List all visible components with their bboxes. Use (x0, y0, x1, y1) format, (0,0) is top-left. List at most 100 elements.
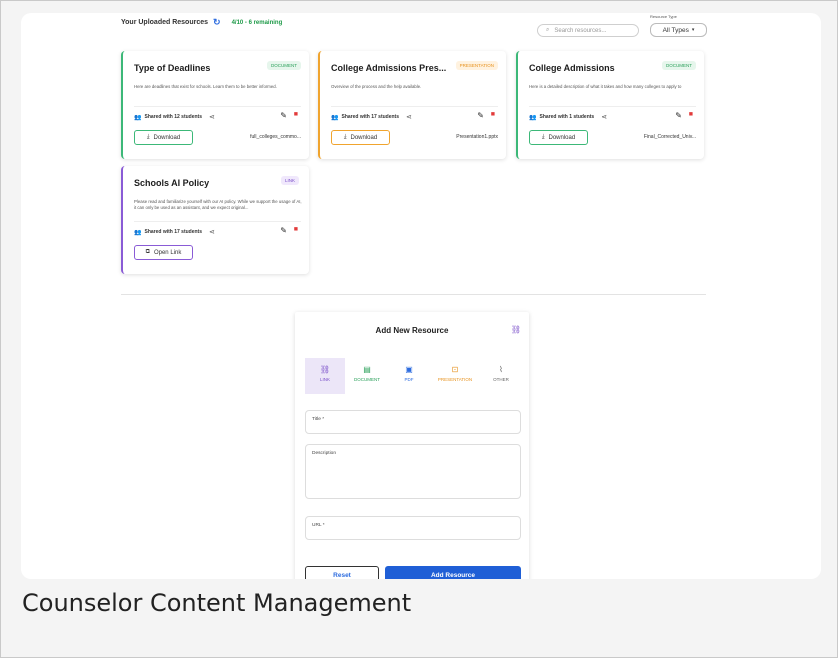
divider (331, 106, 498, 107)
card-title: Schools AI Policy (134, 178, 210, 188)
type-tab-label: OTHER (493, 377, 509, 382)
resource-card: College Admissions Pres... PRESENTATION … (318, 51, 506, 159)
type-tab-document[interactable]: ▤ DOCUMENT (347, 358, 387, 394)
download-button[interactable]: ⤓ Download (529, 130, 588, 145)
share-icon[interactable]: ⋖ (601, 113, 607, 121)
divider (529, 106, 696, 107)
remaining-count: 4/10 - 6 remaining (231, 19, 283, 26)
type-tab-link[interactable]: ⛓ LINK (305, 358, 345, 394)
edit-icon[interactable]: ✎ (675, 111, 682, 120)
resource-card: College Admissions DOCUMENT Here is a de… (516, 51, 704, 159)
shared-info: 👥 Shared with 1 students ⋖ (529, 113, 607, 121)
uploaded-resources-title: Your Uploaded Resources (121, 19, 209, 26)
type-tab-presentation[interactable]: ⊡ PRESENTATION (431, 358, 479, 394)
add-resource-form: Add New Resource ⛓ ⛓ LINK ▤ DOCUMENT ▣ P… (295, 312, 529, 579)
url-field-label: URL * (312, 523, 325, 528)
shared-info: 👥 Shared with 17 students ⋖ (331, 113, 412, 121)
window-frame: Your Uploaded Resources ↻ 4/10 - 6 remai… (0, 0, 838, 658)
people-icon: 👥 (134, 229, 142, 236)
resources-panel: Your Uploaded Resources ↻ 4/10 - 6 remai… (21, 13, 821, 579)
card-title: College Admissions (529, 63, 615, 73)
card-description: Please read and familiarize yourself wit… (134, 199, 302, 210)
card-title: College Admissions Pres... (331, 63, 447, 73)
search-placeholder: Search resources... (554, 27, 607, 34)
people-icon: 👥 (529, 114, 537, 121)
file-name: Presentation1.pptx (456, 134, 498, 140)
shared-count: Shared with 1 students (539, 114, 595, 120)
link-icon: ⛓ (510, 325, 521, 334)
delete-icon[interactable]: ■ (689, 111, 693, 118)
page-caption: Counselor Content Management (22, 589, 412, 617)
resource-type-label: Resource Type (650, 14, 677, 19)
shared-count: Shared with 17 students (144, 229, 202, 235)
pdf-icon: ▣ (405, 365, 413, 374)
divider (134, 106, 301, 107)
edit-icon[interactable]: ✎ (280, 111, 287, 120)
paperclip-icon: ⌇ (499, 365, 503, 374)
edit-icon[interactable]: ✎ (280, 226, 287, 235)
resource-card: Schools AI Policy LINK Please read and f… (121, 166, 309, 274)
share-icon[interactable]: ⋖ (209, 228, 215, 236)
type-tab-label: PDF (404, 377, 414, 382)
card-description: Overview of the process and the help ava… (331, 84, 422, 89)
download-label: Download (350, 134, 378, 141)
open-link-button[interactable]: ⧉ Open Link (134, 245, 193, 260)
section-divider (121, 294, 706, 295)
type-tab-label: DOCUMENT (354, 377, 380, 382)
download-icon: ⤓ (343, 134, 347, 140)
presentation-icon: ⊡ (451, 365, 459, 374)
link-icon: ⛓ (319, 365, 331, 374)
resource-type-select[interactable]: All Types ▾ (650, 23, 707, 37)
document-icon: ▤ (363, 365, 371, 374)
add-resource-button[interactable]: Add Resource (385, 566, 521, 579)
delete-icon[interactable]: ■ (294, 111, 298, 118)
type-tab-pdf[interactable]: ▣ PDF (389, 358, 429, 394)
type-badge: DOCUMENT (662, 61, 696, 70)
form-title: Add New Resource (375, 326, 449, 335)
card-description: Here are deadlines that exist for school… (134, 84, 277, 89)
type-tab-label: LINK (319, 377, 330, 382)
file-name: full_colleges_commo... (250, 134, 301, 140)
title-field-label: Title * (312, 417, 325, 422)
resource-type-value: All Types (662, 26, 689, 34)
reset-button[interactable]: Reset (305, 566, 379, 579)
uploaded-resources-header: Your Uploaded Resources ↻ 4/10 - 6 remai… (121, 17, 282, 28)
people-icon: 👥 (331, 114, 339, 121)
shared-info: 👥 Shared with 12 students ⋖ (134, 113, 215, 121)
type-badge: LINK (280, 176, 299, 185)
external-link-icon: ⧉ (145, 249, 150, 255)
card-description: Here is a detailed description of what i… (529, 84, 682, 89)
shared-count: Shared with 17 students (341, 114, 399, 120)
search-icon: ⌕ (546, 27, 550, 33)
download-label: Download (548, 134, 576, 141)
refresh-icon[interactable]: ↻ (213, 17, 221, 28)
url-field[interactable]: URL * (305, 516, 521, 540)
download-button[interactable]: ⤓ Download (134, 130, 193, 145)
divider (134, 221, 301, 222)
description-field[interactable]: Description (305, 444, 521, 499)
type-tab-other[interactable]: ⌇ OTHER (481, 358, 521, 394)
share-icon[interactable]: ⋖ (406, 113, 412, 121)
download-label: Download (153, 134, 181, 141)
download-icon: ⤓ (146, 134, 150, 140)
shared-info: 👥 Shared with 17 students ⋖ (134, 228, 215, 236)
type-tab-label: PRESENTATION (437, 377, 473, 382)
type-badge: DOCUMENT (267, 61, 301, 70)
description-field-label: Description (312, 451, 336, 456)
download-icon: ⤓ (541, 134, 545, 140)
share-icon[interactable]: ⋖ (209, 113, 215, 121)
delete-icon[interactable]: ■ (294, 226, 298, 233)
title-field[interactable]: Title * (305, 410, 521, 434)
card-title: Type of Deadlines (134, 63, 211, 73)
shared-count: Shared with 12 students (144, 114, 202, 120)
delete-icon[interactable]: ■ (491, 111, 495, 118)
edit-icon[interactable]: ✎ (477, 111, 484, 120)
search-input[interactable]: ⌕ Search resources... (537, 24, 639, 37)
people-icon: 👥 (134, 114, 142, 121)
file-name: Final_Corrected_Univ... (643, 134, 696, 140)
resource-card: Type of Deadlines DOCUMENT Here are dead… (121, 51, 309, 159)
type-badge: PRESENTATION (455, 61, 498, 70)
open-link-label: Open Link (153, 249, 182, 256)
chevron-down-icon: ▾ (691, 27, 695, 33)
download-button[interactable]: ⤓ Download (331, 130, 390, 145)
